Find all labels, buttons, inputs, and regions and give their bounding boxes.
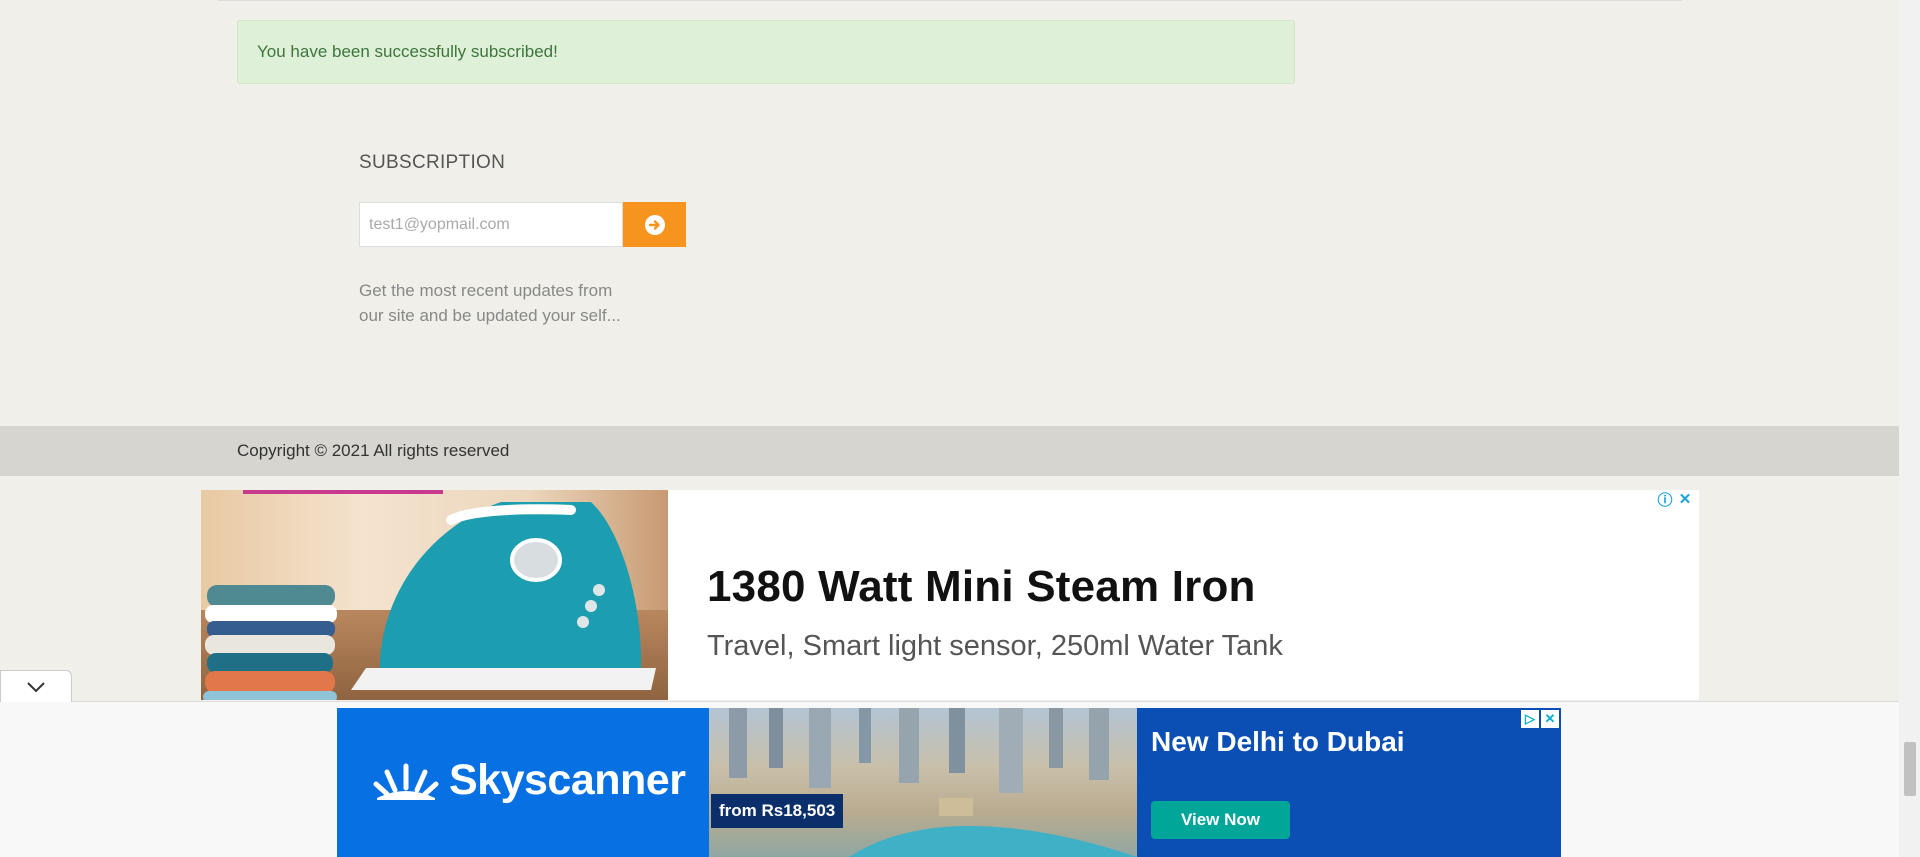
- skyscanner-logo: Skyscanner: [373, 756, 686, 805]
- close-icon[interactable]: ✕: [1677, 491, 1693, 508]
- subscription-email-input[interactable]: [359, 202, 623, 247]
- chevron-down-icon: [27, 681, 45, 692]
- steam-iron-ad-subline: Travel, Smart light sensor, 250ml Water …: [707, 630, 1283, 662]
- skyscanner-ad-offer-panel: New Delhi to Dubai View Now: [1137, 708, 1561, 857]
- success-alert: You have been successfully subscribed!: [237, 20, 1295, 84]
- steam-iron-ad-controls: ⓘ ✕: [1657, 491, 1693, 509]
- steam-iron-ad-image: [201, 490, 668, 700]
- copyright-text: Copyright © 2021 All rights reserved: [237, 441, 510, 460]
- arrow-circle-right-icon: [644, 214, 665, 235]
- scrollbar-track[interactable]: [1899, 0, 1920, 857]
- skyscanner-ad-controls: ▷ ✕: [1521, 710, 1559, 728]
- skyscanner-ad-headline[interactable]: New Delhi to Dubai: [1151, 726, 1405, 758]
- dubai-city-photo: from Rs18,503: [709, 708, 1137, 857]
- skyscanner-ad[interactable]: Skyscanner from Rs18,503 New Delhi to Du…: [337, 708, 1561, 857]
- copyright-bar: Copyright © 2021 All rights reserved: [0, 426, 1899, 476]
- content-top-border: [218, 0, 1682, 1]
- flight-price-badge: from Rs18,503: [711, 794, 844, 828]
- success-alert-message: You have been successfully subscribed!: [257, 42, 558, 61]
- subscription-title: SUBSCRIPTION: [359, 152, 506, 173]
- close-icon[interactable]: ✕: [1541, 710, 1559, 728]
- collapse-ad-tab[interactable]: [0, 670, 72, 702]
- subscription-form: [359, 202, 686, 247]
- info-icon[interactable]: ⓘ: [1657, 491, 1673, 509]
- scrollbar-thumb[interactable]: [1904, 742, 1916, 796]
- subscription-description: Get the most recent updates from our sit…: [359, 281, 621, 325]
- steam-iron-ad-headline[interactable]: 1380 Watt Mini Steam Iron: [707, 562, 1256, 612]
- skyscanner-brand-text: Skyscanner: [449, 756, 686, 804]
- sunrise-logo-icon: [373, 763, 439, 800]
- steam-iron-illustration: [203, 502, 656, 700]
- skyscanner-ad-brand-panel: Skyscanner: [337, 708, 709, 857]
- adchoices-icon[interactable]: ▷: [1521, 710, 1539, 728]
- steam-iron-ad[interactable]: 1380 Watt Mini Steam Iron Travel, Smart …: [201, 490, 1699, 700]
- subscribe-button[interactable]: [623, 202, 686, 247]
- view-now-button[interactable]: View Now: [1151, 801, 1290, 839]
